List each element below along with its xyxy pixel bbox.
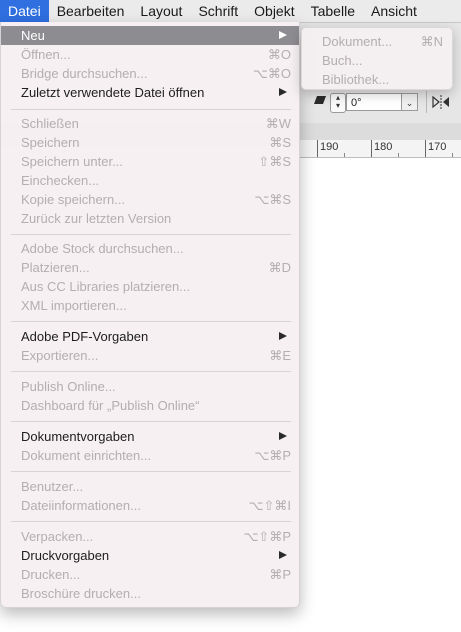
shortcut: ⌘W <box>265 116 291 131</box>
menu-item-neu[interactable]: Neu <box>1 26 299 45</box>
shortcut: ⇧⌘S <box>258 154 291 169</box>
shear-icon[interactable] <box>314 96 326 104</box>
submenu-arrow-icon <box>279 551 287 559</box>
menu-item-oeffnen[interactable]: Öffnen... ⌘O <box>1 45 299 64</box>
shortcut: ⌘D <box>268 260 291 275</box>
menu-layout[interactable]: Layout <box>132 0 190 22</box>
menu-item-revert[interactable]: Zurück zur letzten Version <box>1 209 299 228</box>
menu-item-druckvorgaben[interactable]: Druckvorgaben <box>1 546 299 565</box>
new-submenu: Dokument... ⌘N Buch... Bibliothek... <box>301 27 453 90</box>
menu-bar: Datei Bearbeiten Layout Schrift Objekt T… <box>0 0 461 23</box>
menu-item-dokument-einrichten[interactable]: Dokument einrichten... ⌥⌘P <box>1 446 299 465</box>
menu-ansicht[interactable]: Ansicht <box>363 0 425 22</box>
shortcut: ⌥⌘O <box>252 66 291 81</box>
menu-item-xml-import[interactable]: XML importieren... <box>1 296 299 315</box>
ruler-minor-tick <box>452 153 453 157</box>
menu-item-speichern[interactable]: Speichern ⌘S <box>1 133 299 152</box>
menu-item-platzieren[interactable]: Platzieren... ⌘D <box>1 258 299 277</box>
shortcut: ⌘O <box>267 47 291 62</box>
menu-item-kopie-speichern[interactable]: Kopie speichern... ⌥⌘S <box>1 190 299 209</box>
shortcut: ⌘N <box>420 34 443 49</box>
menu-separator <box>11 421 291 422</box>
menu-separator <box>11 109 291 110</box>
menu-item-drucken[interactable]: Drucken... ⌘P <box>1 565 299 584</box>
menu-item-verpacken[interactable]: Verpacken... ⌥⇧⌘P <box>1 527 299 546</box>
menu-item-recent-files[interactable]: Zuletzt verwendete Datei öffnen <box>1 83 299 102</box>
menu-schrift[interactable]: Schrift <box>190 0 246 22</box>
ruler-label: 180 <box>374 141 393 153</box>
menu-item-benutzer[interactable]: Benutzer... <box>1 477 299 496</box>
ruler-minor-tick <box>398 153 399 157</box>
shortcut: ⌘P <box>269 567 291 582</box>
menu-item-broschuere-drucken[interactable]: Broschüre drucken... <box>1 584 299 603</box>
file-menu: Neu Öffnen... ⌘O Bridge durchsuchen... ⌥… <box>0 22 300 608</box>
angle-stepper[interactable]: ▴ ▾ <box>330 93 346 113</box>
menu-item-publish-dashboard[interactable]: Dashboard für „Publish Online“ <box>1 396 299 415</box>
menu-item-adobe-stock[interactable]: Adobe Stock durchsuchen... <box>1 239 299 258</box>
shortcut: ⌥⌘S <box>254 192 291 207</box>
ruler-label: 170 <box>428 141 447 153</box>
menu-item-bridge[interactable]: Bridge durchsuchen... ⌥⌘O <box>1 64 299 83</box>
menu-objekt[interactable]: Objekt <box>246 0 302 22</box>
ruler-label: 190 <box>320 141 339 153</box>
submenu-arrow-icon <box>279 332 287 340</box>
flip-horizontal-icon[interactable] <box>431 95 451 109</box>
menu-item-pdf-vorgaben[interactable]: Adobe PDF-Vorgaben <box>1 327 299 346</box>
control-panel-row: ▴ ▾ 0° ⌄ <box>300 91 461 113</box>
shortcut: ⌘E <box>269 348 291 363</box>
menu-tabelle[interactable]: Tabelle <box>303 0 363 22</box>
menu-item-einchecken[interactable]: Einchecken... <box>1 171 299 190</box>
menu-separator <box>11 321 291 322</box>
menu-datei[interactable]: Datei <box>0 0 49 22</box>
submenu-arrow-icon <box>279 88 287 96</box>
submenu-item-dokument[interactable]: Dokument... ⌘N <box>302 32 452 51</box>
menu-item-cc-libraries[interactable]: Aus CC Libraries platzieren... <box>1 277 299 296</box>
horizontal-ruler: 190 180 170 <box>300 140 461 158</box>
menu-item-schliessen[interactable]: Schließen ⌘W <box>1 114 299 133</box>
menu-bearbeiten[interactable]: Bearbeiten <box>49 0 133 22</box>
menu-item-dateiinformationen[interactable]: Dateiinformationen... ⌥⇧⌘I <box>1 496 299 515</box>
shortcut: ⌘S <box>269 135 291 150</box>
ruler-minor-tick <box>344 153 345 157</box>
submenu-item-bibliothek[interactable]: Bibliothek... <box>302 70 452 89</box>
menu-separator <box>11 234 291 235</box>
shortcut: ⌥⇧⌘P <box>243 529 291 544</box>
menu-item-speichern-unter[interactable]: Speichern unter... ⇧⌘S <box>1 152 299 171</box>
shear-angle-field[interactable]: 0° <box>346 93 402 111</box>
submenu-arrow-icon <box>279 31 287 39</box>
menu-separator <box>11 521 291 522</box>
submenu-arrow-icon <box>279 432 287 440</box>
chevron-down-icon[interactable]: ⌄ <box>402 93 418 111</box>
shortcut: ⌥⌘P <box>254 448 291 463</box>
menu-item-dokumentvorgaben[interactable]: Dokumentvorgaben <box>1 427 299 446</box>
menu-separator <box>11 371 291 372</box>
submenu-item-buch[interactable]: Buch... <box>302 51 452 70</box>
menu-item-exportieren[interactable]: Exportieren... ⌘E <box>1 346 299 365</box>
menu-separator <box>11 471 291 472</box>
menu-item-publish-online[interactable]: Publish Online... <box>1 377 299 396</box>
divider <box>426 91 427 113</box>
shortcut: ⌥⇧⌘I <box>248 498 292 513</box>
